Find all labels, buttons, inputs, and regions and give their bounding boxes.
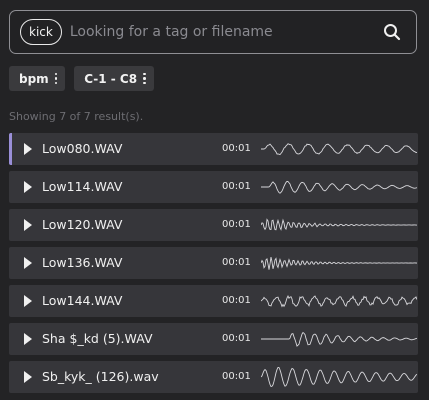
more-vertical-icon — [143, 72, 146, 85]
waveform — [261, 294, 417, 308]
results-count: Showing 7 of 7 result(s). — [9, 110, 144, 123]
result-row[interactable]: Sb_kyk_ (126).wav 00:01 — [9, 361, 418, 393]
tag-chip-kick[interactable]: kick — [20, 19, 62, 45]
filter-bpm-label: bpm — [19, 71, 49, 86]
waveform-path — [261, 294, 417, 308]
waveform-path — [261, 143, 417, 156]
play-icon[interactable] — [24, 219, 32, 231]
result-row[interactable]: Low136.WAV 00:01 — [9, 247, 418, 279]
duration: 00:01 — [222, 257, 251, 268]
waveform-path — [261, 218, 417, 231]
search-bar: kick — [9, 10, 417, 54]
play-icon[interactable] — [24, 371, 32, 383]
file-name: Sb_kyk_ (126).wav — [42, 369, 159, 384]
waveform — [261, 218, 417, 231]
play-icon[interactable] — [24, 257, 32, 269]
filter-bpm-button[interactable]: bpm — [9, 66, 66, 91]
play-icon[interactable] — [24, 143, 32, 155]
file-name: Low080.WAV — [42, 141, 123, 156]
filter-bar: bpm C-1 - C8 — [9, 66, 154, 91]
file-name: Low114.WAV — [42, 179, 123, 194]
play-icon[interactable] — [24, 295, 32, 307]
waveform-path — [261, 366, 417, 388]
waveform — [261, 180, 417, 194]
waveform-path — [261, 257, 417, 270]
results-list: Low080.WAV 00:01 Low114.WAV 00:01 Low120… — [9, 133, 418, 399]
result-row[interactable]: Low114.WAV 00:01 — [9, 171, 418, 203]
duration: 00:01 — [222, 371, 251, 382]
play-icon[interactable] — [24, 181, 32, 193]
duration: 00:01 — [222, 333, 251, 344]
waveform — [261, 143, 417, 156]
waveform — [261, 366, 417, 388]
result-row[interactable]: Low080.WAV 00:01 — [9, 133, 418, 165]
filter-key-range-label: C-1 - C8 — [84, 71, 138, 86]
waveform — [261, 257, 417, 270]
duration: 00:01 — [222, 295, 251, 306]
file-name: Low136.WAV — [42, 255, 123, 270]
result-row[interactable]: Sha $_kd (5).WAV 00:01 — [9, 323, 418, 355]
duration: 00:01 — [222, 219, 251, 230]
duration: 00:01 — [222, 143, 251, 154]
search-input[interactable] — [69, 24, 376, 40]
search-icon[interactable] — [376, 16, 408, 48]
filter-key-range-button[interactable]: C-1 - C8 — [74, 66, 154, 91]
more-vertical-icon — [54, 72, 58, 85]
waveform-path — [261, 331, 417, 347]
play-icon[interactable] — [24, 333, 32, 345]
waveform — [261, 331, 417, 347]
duration: 00:01 — [222, 181, 251, 192]
file-name: Low144.WAV — [42, 293, 123, 308]
result-row[interactable]: Low144.WAV 00:01 — [9, 285, 418, 317]
waveform-path — [261, 180, 417, 194]
result-row[interactable]: Low120.WAV 00:01 — [9, 209, 418, 241]
file-name: Low120.WAV — [42, 217, 123, 232]
file-name: Sha $_kd (5).WAV — [42, 331, 153, 346]
